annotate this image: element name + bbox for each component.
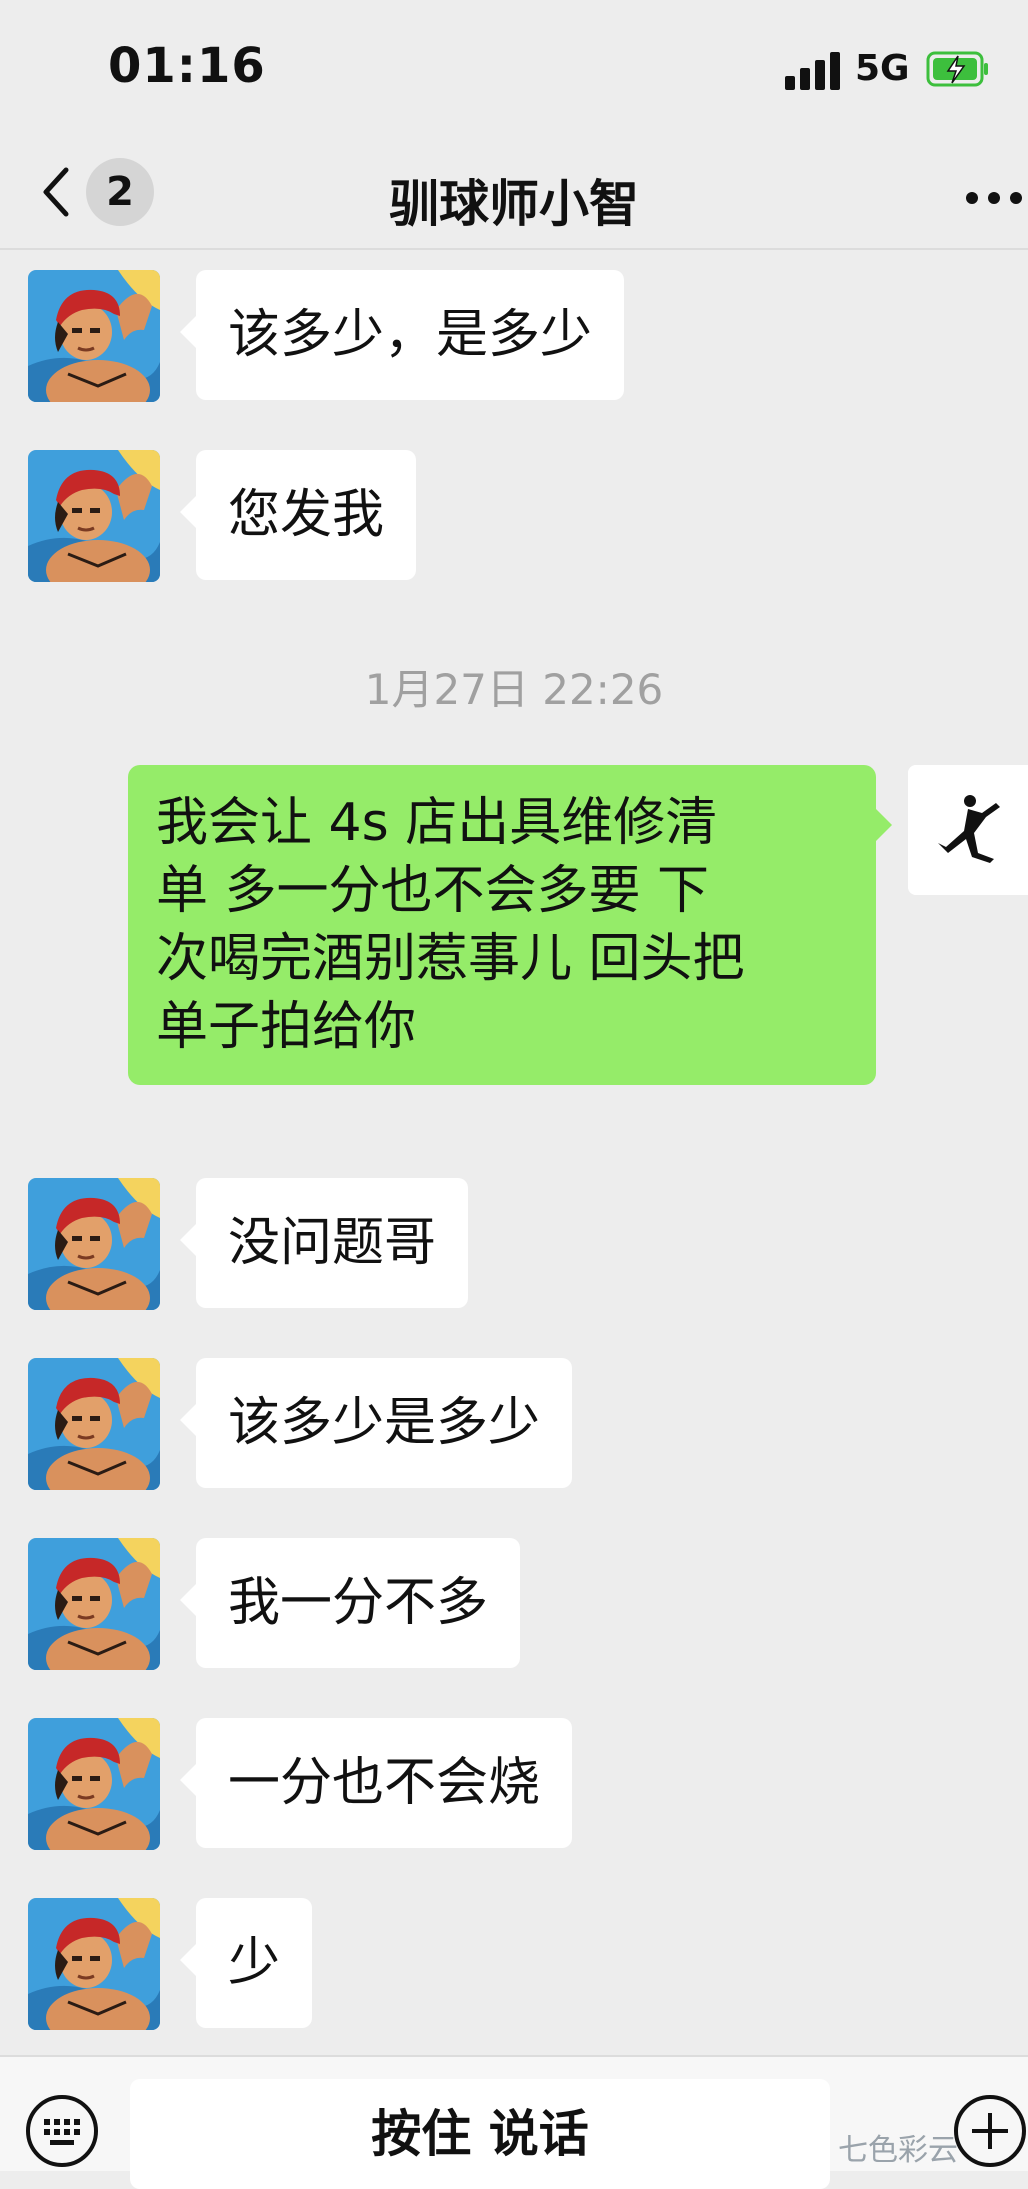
message-timestamp: 1月27日 22:26 — [364, 665, 664, 714]
contact-avatar[interactable] — [28, 270, 160, 402]
watermark: 七色彩云 — [838, 2133, 958, 2168]
self-message-bubble[interactable]: 我会让 4s 店出具维修清 单 多一分也不会多要 下 次喝完酒别惹事儿 回头把 … — [128, 765, 892, 1085]
contact-avatar[interactable] — [28, 450, 160, 582]
contact-avatar[interactable] — [28, 1178, 160, 1310]
battery-charging-icon — [926, 51, 988, 87]
message-line: 单 多一分也不会多要 下 — [156, 861, 710, 921]
contact-avatar[interactable] — [28, 1718, 160, 1850]
chat-title: 驯球师小智 — [389, 175, 639, 233]
self-avatar-jumpman-icon[interactable] — [908, 765, 1028, 895]
message-bubble[interactable]: 您发我 — [179, 450, 417, 580]
message-bubble[interactable]: 我一分不多 — [179, 1538, 521, 1668]
keyboard-icon[interactable] — [24, 2093, 100, 2169]
message-bubble[interactable]: 没问题哥 — [179, 1178, 469, 1308]
signal-icon — [785, 50, 843, 90]
contact-avatar[interactable] — [28, 1898, 160, 2030]
message-bubble[interactable]: 该多少是多少 — [179, 1358, 573, 1488]
contact-avatar[interactable] — [28, 1538, 160, 1670]
network-type: 5G — [855, 48, 910, 89]
message-line: 我会让 4s 店出具维修清 — [156, 793, 718, 853]
message-bubble[interactable]: 该多少，是多少 — [179, 270, 625, 400]
chat-header: 2 驯球师小智 — [0, 140, 1028, 250]
contact-avatar[interactable] — [28, 1358, 160, 1490]
self-message-row: 我会让 4s 店出具维修清 单 多一分也不会多要 下 次喝完酒别惹事儿 回头把 … — [0, 765, 1028, 1135]
more-options-icon[interactable] — [964, 190, 1024, 206]
message-bubble[interactable]: 一分也不会烧 — [179, 1718, 573, 1848]
message-bubble[interactable]: 少 — [179, 1898, 313, 2028]
status-bar: 01:16 5G — [0, 0, 1028, 140]
message-line: 单子拍给你 — [156, 997, 417, 1057]
status-time: 01:16 — [108, 38, 266, 94]
add-more-icon[interactable] — [952, 2093, 1028, 2169]
message-line: 次喝完酒别惹事儿 回头把 — [156, 929, 745, 989]
hold-to-talk-button[interactable]: 按住 说话 — [130, 2079, 830, 2189]
